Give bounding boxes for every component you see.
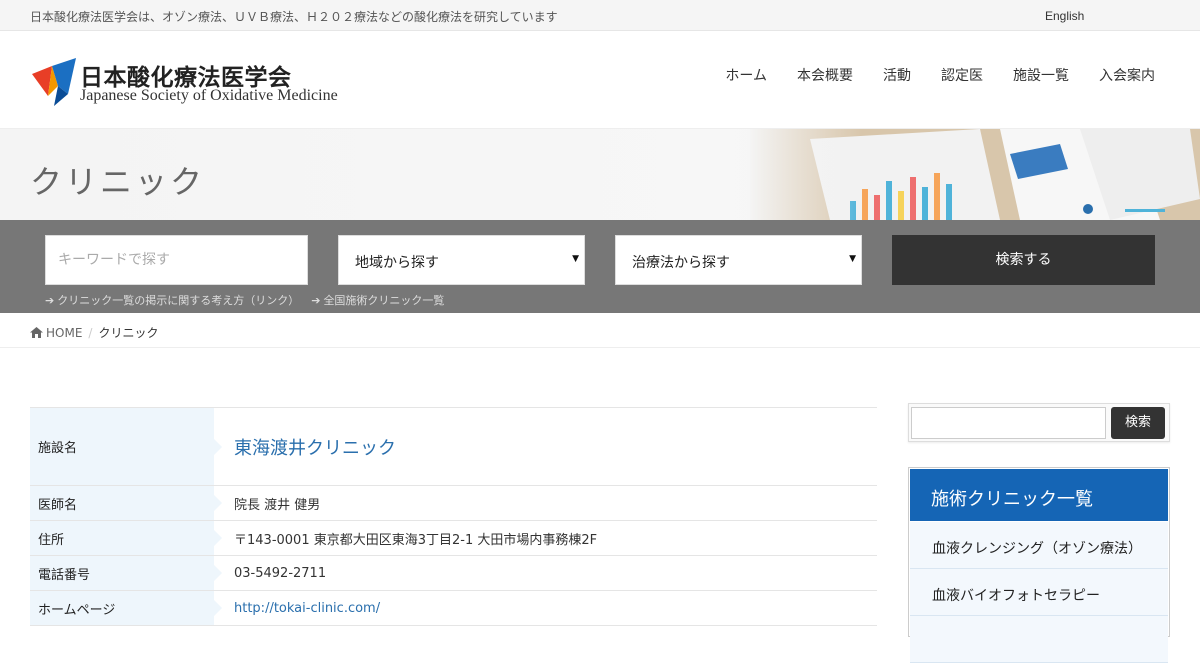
page-title: クリニック xyxy=(30,163,206,201)
sidebar-search: 検索 xyxy=(908,403,1170,442)
page-title-banner: クリニック xyxy=(0,129,1200,220)
nav-home[interactable]: ホーム xyxy=(695,65,767,85)
clinic-list-widget: 施術クリニック一覧 血液クレンジング（オゾン療法） 血液バイオフォトセラピー xyxy=(908,467,1170,663)
nav-facilities[interactable]: 施設一覧 xyxy=(983,65,1069,85)
logo-mark-icon xyxy=(32,58,76,106)
phone-number: 03-5492-2711 xyxy=(234,565,327,581)
region-select[interactable]: 地域から探す ▼ xyxy=(338,235,585,285)
table-row: 住所 〒143-0001 東京都大田区東海3丁目2-1 大田市場内事務棟2F xyxy=(30,520,877,555)
dropdown-arrow-icon: ▼ xyxy=(849,254,856,264)
therapy-select-label: 治療法から探す xyxy=(632,255,730,271)
table-row: ホームページ http://tokai-clinic.com/ xyxy=(30,590,877,625)
search-band: 地域から探す ▼ 治療法から探す ▼ 検索する ➔ クリニック一覧の掲示に関する… xyxy=(0,220,1200,313)
dropdown-arrow-icon: ▼ xyxy=(572,254,579,264)
banner-documents-image xyxy=(750,129,1200,220)
breadcrumb-separator: / xyxy=(88,325,93,340)
clinic-info-table: 施設名 東海渡井クリニック 医師名 院長 渡井 健男 住所 〒143-0001 … xyxy=(30,407,877,635)
row-label: ホームページ xyxy=(30,591,222,625)
site-tagline: 日本酸化療法医学会は、オゾン療法、ＵＶＢ療法、Ｈ２０２療法などの酸化療法を研究し… xyxy=(30,10,558,24)
nationwide-clinic-list-link-label: 全国施術クリニック一覧 xyxy=(323,294,445,307)
doctor-name: 院長 渡井 健男 xyxy=(234,497,321,513)
clinic-policy-link-label: クリニック一覧の掲示に関する考え方（リンク） xyxy=(57,294,300,307)
region-select-label: 地域から探す xyxy=(355,255,439,271)
row-label: 電話番号 xyxy=(30,556,222,590)
sidebar-search-input[interactable] xyxy=(911,407,1106,439)
row-label: 医師名 xyxy=(30,486,222,520)
table-row: 施設名 東海渡井クリニック xyxy=(30,407,877,485)
list-item[interactable] xyxy=(910,616,1168,663)
clinic-list-title: 施術クリニック一覧 xyxy=(910,469,1168,521)
arrow-right-icon: ➔ xyxy=(311,293,321,307)
breadcrumb-home-label: HOME xyxy=(46,325,83,340)
address: 〒143-0001 東京都大田区東海3丁目2-1 大田市場内事務棟2F xyxy=(234,532,598,548)
search-links: ➔ クリニック一覧の掲示に関する考え方（リンク） ➔ 全国施術クリニック一覧 xyxy=(45,292,444,308)
nav-activities[interactable]: 活動 xyxy=(853,65,911,85)
list-item[interactable]: 血液バイオフォトセラピー xyxy=(910,569,1168,616)
table-row xyxy=(30,625,877,635)
home-icon xyxy=(30,327,43,338)
header: 日本酸化療法医学会 Japanese Society of Oxidative … xyxy=(0,31,1200,129)
row-label: 住所 xyxy=(30,521,222,555)
facility-name: 東海渡井クリニック xyxy=(234,437,396,459)
global-nav: ホーム 本会概要 活動 認定医 施設一覧 入会案内 xyxy=(695,65,1155,85)
english-link[interactable]: English xyxy=(1045,9,1084,23)
row-label: 施設名 xyxy=(30,408,222,485)
breadcrumb-home[interactable]: HOME xyxy=(30,326,82,340)
nav-certified-doctors[interactable]: 認定医 xyxy=(911,65,983,85)
nav-membership[interactable]: 入会案内 xyxy=(1069,65,1155,85)
clinic-policy-link[interactable]: ➔ クリニック一覧の掲示に関する考え方（リンク） xyxy=(45,292,299,308)
homepage-cell: http://tokai-clinic.com/ xyxy=(214,591,877,625)
nav-about[interactable]: 本会概要 xyxy=(767,65,853,85)
arrow-right-icon: ➔ xyxy=(45,293,55,307)
table-row: 医師名 院長 渡井 健男 xyxy=(30,485,877,520)
keyword-search-input[interactable] xyxy=(45,235,308,285)
search-submit-button[interactable]: 検索する xyxy=(892,235,1155,285)
site-logo[interactable]: 日本酸化療法医学会 Japanese Society of Oxidative … xyxy=(30,56,375,110)
homepage-link[interactable]: http://tokai-clinic.com/ xyxy=(234,601,380,616)
breadcrumb: HOME / クリニック xyxy=(0,313,1200,348)
therapy-select[interactable]: 治療法から探す ▼ xyxy=(615,235,862,285)
logo-english: Japanese Society of Oxidative Medicine xyxy=(80,87,338,104)
top-bar: 日本酸化療法医学会は、オゾン療法、ＵＶＢ療法、Ｈ２０２療法などの酸化療法を研究し… xyxy=(0,0,1200,31)
sidebar-search-button[interactable]: 検索 xyxy=(1111,407,1165,439)
nationwide-clinic-list-link[interactable]: ➔ 全国施術クリニック一覧 xyxy=(311,292,444,308)
list-item[interactable]: 血液クレンジング（オゾン療法） xyxy=(910,522,1168,569)
table-row: 電話番号 03-5492-2711 xyxy=(30,555,877,590)
breadcrumb-current: クリニック xyxy=(98,326,159,340)
